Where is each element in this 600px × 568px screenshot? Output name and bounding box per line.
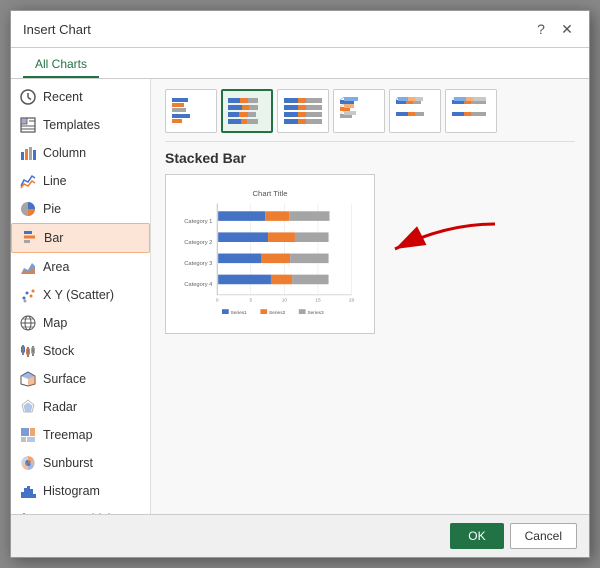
treemap-chart-icon [19, 426, 37, 444]
line-chart-icon [19, 172, 37, 190]
main-panel: Stacked Bar Chart Title [151, 79, 589, 514]
sidebar-item-treemap-label: Treemap [43, 428, 93, 442]
svg-text:Series3: Series3 [307, 310, 324, 316]
sidebar-item-pie[interactable]: Pie [11, 195, 150, 223]
sidebar-item-map-label: Map [43, 316, 67, 330]
chart-subtype-3d-stacked-bar[interactable] [389, 89, 441, 133]
sidebar-item-treemap[interactable]: Treemap [11, 421, 150, 449]
sidebar-item-line-label: Line [43, 174, 67, 188]
sidebar-item-line[interactable]: Line [11, 167, 150, 195]
map-chart-icon [19, 314, 37, 332]
ok-button[interactable]: OK [450, 523, 503, 549]
sidebar-item-map[interactable]: Map [11, 309, 150, 337]
3d-clustered-bar-icon [338, 94, 380, 128]
sidebar-item-surface-label: Surface [43, 372, 86, 386]
histogram-chart-icon [19, 482, 37, 500]
tabs-bar: All Charts [11, 48, 589, 79]
chart-preview-title: Stacked Bar [165, 150, 575, 166]
sidebar-item-histogram[interactable]: Histogram [11, 477, 150, 505]
stacked-bar-preview-svg: Chart Title Category 1 [174, 183, 366, 325]
sidebar-item-area-label: Area [43, 260, 69, 274]
sidebar-item-surface[interactable]: Surface [11, 365, 150, 393]
chart-subtype-clustered-bar[interactable] [165, 89, 217, 133]
100-stacked-bar-icon [282, 94, 324, 128]
chart-type-sidebar: Recent Templates [11, 79, 151, 514]
sidebar-item-pie-label: Pie [43, 202, 61, 216]
sidebar-item-xy-scatter-label: X Y (Scatter) [43, 288, 114, 302]
help-button[interactable]: ? [531, 19, 551, 39]
tab-all-charts[interactable]: All Charts [23, 52, 99, 78]
svg-text:Category 1: Category 1 [184, 219, 212, 225]
svg-text:20: 20 [349, 298, 355, 304]
svg-text:Category 4: Category 4 [184, 282, 213, 288]
sidebar-item-area[interactable]: Area [11, 253, 150, 281]
sidebar-item-stock-label: Stock [43, 344, 74, 358]
sidebar-item-box-whisker[interactable]: Box & Whisker [11, 505, 150, 514]
sidebar-item-sunburst[interactable]: Sunburst [11, 449, 150, 477]
chart-preview-area: Stacked Bar Chart Title [165, 150, 575, 504]
bar-chart-icon [20, 229, 38, 247]
sidebar-item-templates[interactable]: Templates [11, 111, 150, 139]
svg-text:Series1: Series1 [231, 310, 248, 316]
svg-text:Category 2: Category 2 [184, 240, 212, 246]
chart-subtype-3d-100-stacked-bar[interactable] [445, 89, 497, 133]
sidebar-item-column[interactable]: Column [11, 139, 150, 167]
red-arrow-svg [385, 214, 505, 274]
stock-chart-icon [19, 342, 37, 360]
title-bar-buttons: ? ✕ [531, 19, 577, 39]
3d-100-stacked-bar-icon [450, 94, 492, 128]
sidebar-item-sunburst-label: Sunburst [43, 456, 93, 470]
sidebar-item-radar-label: Radar [43, 400, 77, 414]
svg-text:5: 5 [249, 298, 252, 304]
dialog-content: Recent Templates [11, 79, 589, 514]
bottom-bar: OK Cancel [11, 514, 589, 557]
template-icon [19, 116, 37, 134]
chart-subtype-100-stacked-bar[interactable] [277, 89, 329, 133]
clock-icon [19, 88, 37, 106]
chart-preview-wrapper: Chart Title Category 1 [165, 174, 575, 334]
svg-text:15: 15 [315, 298, 321, 304]
area-chart-icon [19, 258, 37, 276]
title-bar: Insert Chart ? ✕ [11, 11, 589, 48]
sidebar-item-recent-label: Recent [43, 90, 83, 104]
svg-text:Category 3: Category 3 [184, 261, 212, 267]
svg-text:10: 10 [282, 298, 288, 304]
svg-text:0: 0 [216, 298, 219, 304]
sidebar-item-bar[interactable]: Bar [11, 223, 150, 253]
arrow-indicator [385, 214, 505, 277]
insert-chart-dialog: Insert Chart ? ✕ All Charts Recent [10, 10, 590, 558]
scatter-chart-icon [19, 286, 37, 304]
dialog-title: Insert Chart [23, 22, 91, 37]
pie-chart-icon [19, 200, 37, 218]
sidebar-item-xy-scatter[interactable]: X Y (Scatter) [11, 281, 150, 309]
surface-chart-icon [19, 370, 37, 388]
close-button[interactable]: ✕ [557, 19, 577, 39]
sidebar-item-recent[interactable]: Recent [11, 83, 150, 111]
chart-preview-box: Chart Title Category 1 [165, 174, 375, 334]
svg-text:Series2: Series2 [269, 310, 286, 316]
3d-stacked-bar-icon [394, 94, 436, 128]
stacked-bar-icon [226, 94, 268, 128]
svg-text:Chart Title: Chart Title [253, 189, 288, 198]
sidebar-item-stock[interactable]: Stock [11, 337, 150, 365]
sidebar-item-templates-label: Templates [43, 118, 100, 132]
sidebar-item-radar[interactable]: Radar [11, 393, 150, 421]
radar-chart-icon [19, 398, 37, 416]
chart-subtype-row [165, 89, 575, 142]
chart-subtype-3d-clustered-bar[interactable] [333, 89, 385, 133]
sidebar-item-column-label: Column [43, 146, 86, 160]
column-chart-icon [19, 144, 37, 162]
sunburst-chart-icon [19, 454, 37, 472]
chart-subtype-stacked-bar[interactable] [221, 89, 273, 133]
sidebar-item-histogram-label: Histogram [43, 484, 100, 498]
cancel-button[interactable]: Cancel [510, 523, 577, 549]
sidebar-item-bar-label: Bar [44, 231, 63, 245]
clustered-bar-icon [170, 94, 212, 128]
